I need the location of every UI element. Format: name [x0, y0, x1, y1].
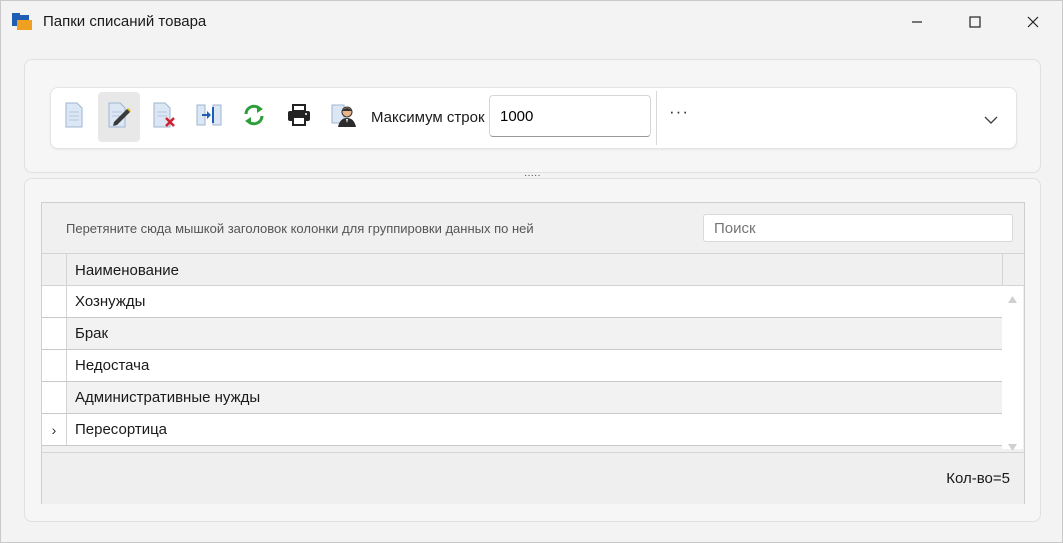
- window: Папки списаний товара Максимум строк 100…: [0, 0, 1063, 543]
- minimize-button[interactable]: [888, 1, 946, 43]
- cell-name: Хознужды: [75, 293, 146, 310]
- row-count: Кол-во=5: [946, 470, 1010, 487]
- toolbar-panel: Максимум строк ···: [24, 59, 1041, 173]
- refresh-button[interactable]: [233, 92, 275, 142]
- close-button[interactable]: [1004, 1, 1062, 43]
- toolbar: Максимум строк ···: [50, 87, 1017, 149]
- row-indicator[interactable]: [42, 286, 67, 317]
- print-button[interactable]: [278, 92, 320, 142]
- toolbar-separator: [656, 91, 657, 145]
- new-document-icon: [63, 102, 85, 133]
- scroll-up-icon[interactable]: [1008, 290, 1017, 308]
- folder-icon: [12, 12, 32, 30]
- edit-document-icon: [106, 102, 132, 133]
- current-row-indicator[interactable]: ›: [42, 414, 67, 445]
- table-row[interactable]: Брак: [42, 318, 1002, 350]
- vertical-scrollbar[interactable]: [1002, 286, 1023, 451]
- cell-name: Административные нужды: [75, 389, 261, 406]
- column-header-name[interactable]: Наименование: [75, 262, 179, 279]
- table-row[interactable]: Недостача: [42, 350, 1002, 382]
- cell-name: Пересортица: [75, 421, 168, 438]
- grid-footer: Кол-во=5: [42, 452, 1024, 504]
- user-button[interactable]: [323, 92, 365, 142]
- grid-panel: Перетяните сюда мышкой заголовок колонки…: [24, 178, 1041, 522]
- column-header-row: Наименование: [42, 254, 1024, 286]
- table-row[interactable]: › Пересортица: [42, 414, 1002, 446]
- grid-rows: Хознужды Брак Недостача Административные…: [42, 286, 1002, 446]
- merge-icon: [196, 102, 222, 133]
- title-bar: Папки списаний товара: [1, 1, 1062, 43]
- row-indicator[interactable]: [42, 318, 67, 349]
- data-grid: Перетяните сюда мышкой заголовок колонки…: [41, 202, 1025, 504]
- more-button[interactable]: ···: [669, 102, 689, 122]
- group-hint: Перетяните сюда мышкой заголовок колонки…: [66, 221, 534, 236]
- cell-name: Брак: [75, 325, 109, 342]
- refresh-icon: [242, 103, 266, 132]
- row-indicator[interactable]: [42, 350, 67, 381]
- max-rows-input[interactable]: [489, 95, 651, 137]
- merge-button[interactable]: [188, 92, 230, 142]
- new-button[interactable]: [53, 92, 95, 142]
- table-row[interactable]: Административные нужды: [42, 382, 1002, 414]
- window-title: Папки списаний товара: [43, 13, 207, 30]
- edit-button[interactable]: [98, 92, 140, 142]
- chevron-down-icon[interactable]: [984, 112, 998, 130]
- print-icon: [287, 103, 311, 132]
- delete-button[interactable]: [143, 92, 185, 142]
- cell-name: Недостача: [75, 357, 150, 374]
- user-icon: [331, 102, 357, 133]
- delete-document-icon: [151, 102, 177, 133]
- group-panel[interactable]: Перетяните сюда мышкой заголовок колонки…: [42, 203, 1024, 254]
- header-scroll-cell: [1002, 254, 1024, 285]
- max-rows-label: Максимум строк: [371, 109, 485, 126]
- maximize-button[interactable]: [946, 1, 1004, 43]
- search-input[interactable]: [703, 214, 1013, 242]
- row-indicator[interactable]: [42, 382, 67, 413]
- table-row[interactable]: Хознужды: [42, 286, 1002, 318]
- row-indicator-header: [42, 254, 67, 285]
